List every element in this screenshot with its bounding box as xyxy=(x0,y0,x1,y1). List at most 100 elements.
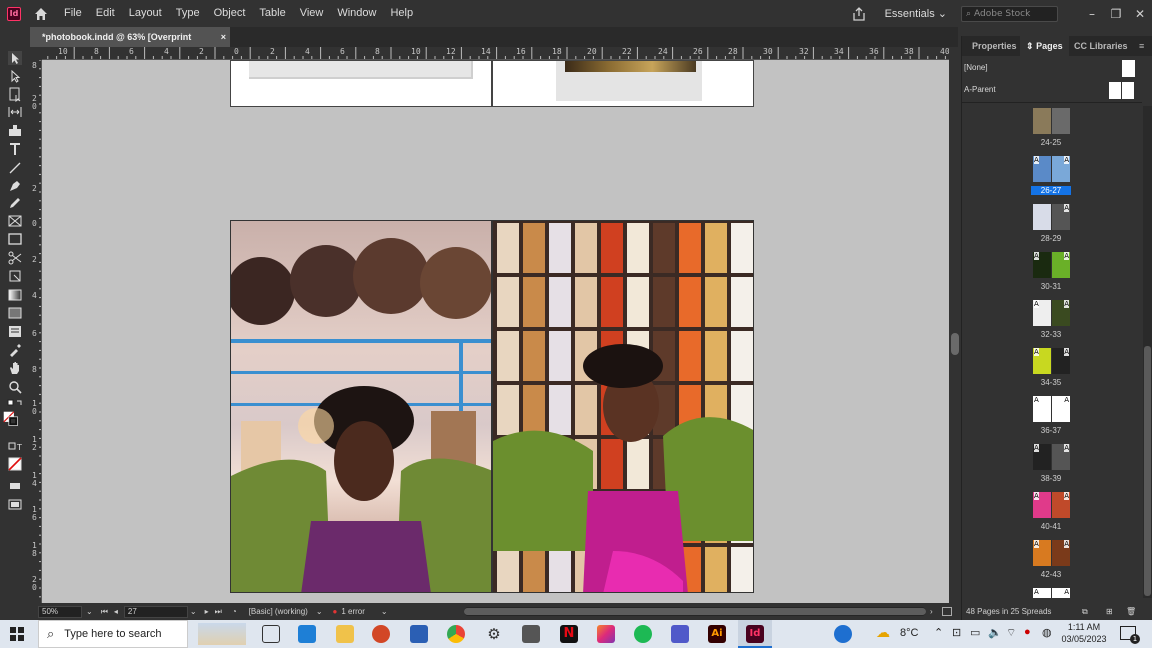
spread-right-page-thumbnail[interactable]: A xyxy=(1052,492,1070,518)
chevron-down-icon[interactable]: ⌄ xyxy=(381,607,388,616)
parent-a-left-thumbnail[interactable] xyxy=(1109,82,1121,99)
spread-right-page-thumbnail[interactable]: A xyxy=(1052,204,1070,230)
spread-left-page-thumbnail[interactable]: A xyxy=(1033,396,1051,422)
note-tool-icon[interactable] xyxy=(7,324,23,340)
taskbar-clock[interactable]: 1:11 AM 03/05/2023 xyxy=(1058,621,1110,645)
camera-icon[interactable] xyxy=(522,625,540,643)
chevron-down-icon[interactable]: ⌄ xyxy=(86,607,93,616)
preflight-icon[interactable]: ◔ xyxy=(232,607,237,616)
parent-none[interactable]: [None] xyxy=(964,63,988,72)
restore-icon[interactable]: ❐ xyxy=(1104,7,1128,21)
workspace-switcher[interactable]: Essentials ⌄ xyxy=(885,7,947,20)
spread-left-page-thumbnail[interactable]: A xyxy=(1033,444,1051,470)
close-icon[interactable]: ✕ xyxy=(1128,7,1152,21)
instagram-icon[interactable] xyxy=(597,625,615,643)
chevron-down-icon[interactable]: ⌄ xyxy=(316,607,323,616)
scrollbar-thumb[interactable] xyxy=(464,608,926,615)
type-tool-icon[interactable] xyxy=(7,141,23,157)
delete-page-icon[interactable]: 🗑 xyxy=(1126,604,1136,620)
windows-start-icon[interactable] xyxy=(10,627,24,641)
rectangle-tool-icon[interactable] xyxy=(7,231,23,247)
fill-stroke-swatch[interactable] xyxy=(3,411,25,433)
formatting-container-icon[interactable]: T xyxy=(7,439,23,455)
vertical-ruler[interactable]: 8 2 0 2 0 2 4 6 8 1 0 1 2 1 4 1 6 1 8 2 0 xyxy=(30,60,42,603)
spread-left-page-thumbnail[interactable]: A xyxy=(1033,588,1051,598)
minimize-icon[interactable]: – xyxy=(1080,7,1104,21)
spread-left-page-thumbnail[interactable] xyxy=(1033,204,1051,230)
pen-tool-icon[interactable] xyxy=(7,178,23,194)
split-window-icon[interactable] xyxy=(942,607,952,616)
adobe-stock-search-input[interactable]: ⌕ Adobe Stock xyxy=(961,5,1058,22)
scrollbar-thumb[interactable] xyxy=(951,333,959,355)
gap-tool-icon[interactable] xyxy=(7,104,23,120)
taskbar-search-input[interactable]: ⌕ Type here to search xyxy=(38,620,188,648)
spread-label[interactable]: 24-25 xyxy=(1031,138,1071,147)
spread-label[interactable]: 40-41 xyxy=(1031,522,1071,531)
last-page-icon[interactable]: ⏭ xyxy=(215,607,222,617)
panel-scrollbar[interactable] xyxy=(1143,106,1152,598)
spread-right-page-thumbnail[interactable]: A xyxy=(1052,300,1070,326)
preview-mode-icon[interactable] xyxy=(7,496,23,512)
page-tool-icon[interactable] xyxy=(7,86,23,103)
spread-right-page-thumbnail[interactable]: A xyxy=(1052,252,1070,278)
spread-label[interactable]: 34-35 xyxy=(1031,378,1071,387)
network-icon[interactable]: ⊡ xyxy=(952,626,961,639)
direct-selection-tool-icon[interactable] xyxy=(7,68,23,84)
settings-gear-icon[interactable]: ⚙ xyxy=(485,625,503,643)
edit-page-size-icon[interactable]: ⧉ xyxy=(1082,604,1088,620)
search-highlight-image[interactable] xyxy=(198,623,246,645)
notification-center-icon[interactable]: 1 xyxy=(1120,626,1140,644)
tab-pages[interactable]: ⇕ Pages xyxy=(1020,36,1069,56)
home-icon[interactable] xyxy=(33,6,49,22)
spread-right-page-thumbnail[interactable]: A xyxy=(1052,396,1070,422)
word-icon[interactable] xyxy=(410,625,428,643)
chrome-icon[interactable] xyxy=(447,625,465,643)
menu-file[interactable]: File xyxy=(57,0,89,27)
panel-menu-icon[interactable]: ≡ xyxy=(1139,36,1144,56)
spotify-icon[interactable] xyxy=(634,625,652,643)
screen-mode-icon[interactable] xyxy=(7,476,23,492)
scissors-tool-icon[interactable] xyxy=(7,250,23,266)
prev-spread-right-page[interactable] xyxy=(492,60,754,107)
chevron-up-icon[interactable]: ⌃ xyxy=(934,626,943,639)
spread-left-page-thumbnail[interactable]: A xyxy=(1033,492,1051,518)
app-tray-icon[interactable]: ● xyxy=(1024,626,1031,638)
menu-table[interactable]: Table xyxy=(252,0,292,27)
help-notification-icon[interactable] xyxy=(834,625,852,643)
zoom-tool-icon[interactable] xyxy=(7,379,23,395)
spread-right-page-thumbnail[interactable]: A xyxy=(1052,156,1070,182)
volume-icon[interactable]: 🔈 xyxy=(988,626,1002,639)
tab-cc-libraries[interactable]: CC Libraries xyxy=(1074,36,1128,56)
spread-label[interactable]: 28-29 xyxy=(1031,234,1071,243)
canvas-vertical-scrollbar[interactable] xyxy=(949,47,961,603)
spread-right-page-thumbnail[interactable]: A xyxy=(1052,444,1070,470)
menu-view[interactable]: View xyxy=(293,0,331,27)
parent-a[interactable]: A-Parent xyxy=(964,85,996,94)
file-explorer-icon[interactable] xyxy=(336,625,354,643)
parent-a-right-thumbnail[interactable] xyxy=(1122,82,1134,99)
spread-left-page-thumbnail[interactable]: A xyxy=(1033,156,1051,182)
hand-tool-icon[interactable] xyxy=(7,360,23,376)
spread-right-page-thumbnail[interactable]: A xyxy=(1052,348,1070,374)
zoom-level-field[interactable]: 50% xyxy=(38,605,82,618)
netflix-icon[interactable]: N xyxy=(560,625,578,643)
image-frame[interactable] xyxy=(556,61,702,101)
previous-page-icon[interactable]: ◂ xyxy=(114,607,118,616)
share-icon[interactable] xyxy=(851,6,867,22)
wifi-icon[interactable]: ⌔ xyxy=(1006,626,1016,640)
spread-right-page-thumbnail[interactable] xyxy=(1052,108,1070,134)
horizontal-ruler[interactable]: 10 8 6 4 2 0 2 4 6 8 10 12 14 16 18 20 22 24 26 28 30 32 34 36 3… xyxy=(42,47,949,60)
scroll-right-icon[interactable]: › xyxy=(930,607,933,616)
left-page-photo[interactable] xyxy=(230,220,492,593)
line-tool-icon[interactable] xyxy=(7,160,23,176)
spread-label[interactable]: 36-37 xyxy=(1031,426,1071,435)
task-view-icon[interactable] xyxy=(262,625,280,643)
powerpoint-icon[interactable] xyxy=(372,625,390,643)
right-page-photo[interactable] xyxy=(492,220,754,593)
indesign-taskbar-active[interactable]: Id xyxy=(738,620,772,648)
free-transform-tool-icon[interactable] xyxy=(7,268,23,284)
rectangle-frame-tool-icon[interactable] xyxy=(7,213,23,229)
preflight-profile[interactable]: [Basic] (working) xyxy=(249,607,308,616)
indesign-app-icon[interactable]: Id xyxy=(7,6,21,21)
apply-none-icon[interactable] xyxy=(7,456,23,472)
